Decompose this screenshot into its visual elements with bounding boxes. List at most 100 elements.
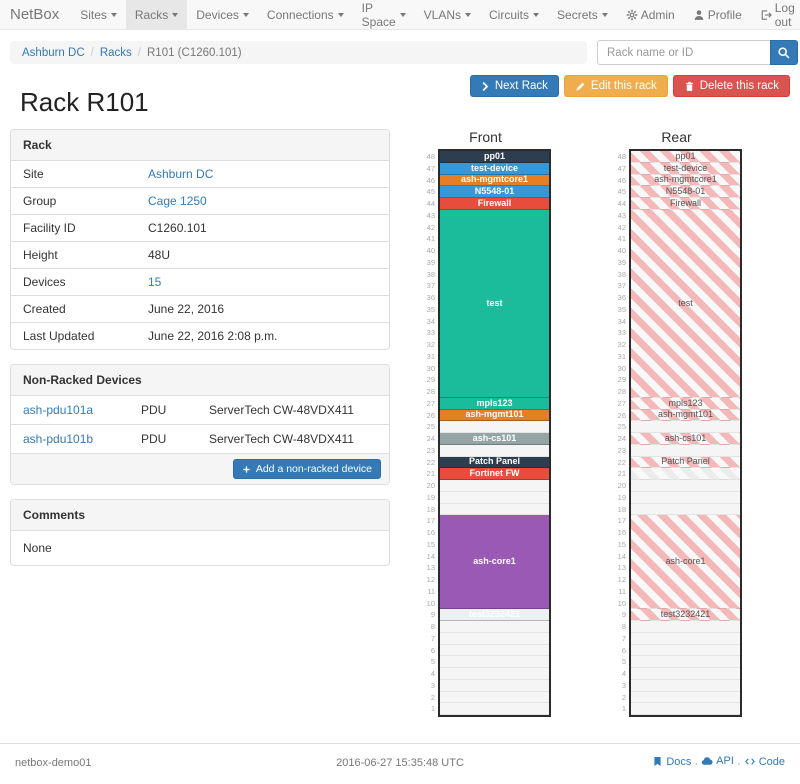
unit-number: 24 — [611, 433, 626, 445]
nav-item-circuits[interactable]: Circuits — [480, 0, 548, 29]
nav-item-devices[interactable]: Devices — [187, 0, 258, 29]
nav-item-connections[interactable]: Connections — [258, 0, 353, 29]
unit-number: 44 — [420, 198, 435, 210]
nav-item-sites[interactable]: Sites — [71, 0, 126, 29]
unit-number: 2 — [611, 692, 626, 704]
rack-unit-device-rear[interactable]: test-device — [631, 163, 740, 175]
unit-number: 4 — [611, 668, 626, 680]
next-rack-button[interactable]: Next Rack — [470, 75, 559, 97]
rack-unit-device[interactable]: test3232421 — [440, 609, 549, 621]
add-non-racked-device-button[interactable]: Add a non-racked device — [233, 459, 381, 479]
rack-unit-empty — [631, 680, 740, 692]
rack-unit-device[interactable]: Fortinet FW — [440, 468, 549, 480]
rack-unit-device-rear[interactable]: pp01 — [631, 151, 740, 163]
attr-row-height: Height48U — [11, 241, 389, 268]
rack-unit-device[interactable]: ash-mgmtcore1 — [440, 175, 549, 187]
delete-rack-button[interactable]: Delete this rack — [673, 75, 790, 97]
rack-unit-device[interactable]: Patch Panel — [440, 457, 549, 469]
unit-number: 10 — [420, 598, 435, 610]
rack-unit-device[interactable]: pp01 — [440, 151, 549, 163]
rack-unit-device-rear[interactable]: test3232421 — [631, 609, 740, 621]
unit-number: 48 — [611, 151, 626, 163]
breadcrumb-site-link[interactable]: Ashburn DC — [22, 47, 85, 59]
non-racked-devices-panel: Non-Racked Devices ash-pdu101a PDU Serve… — [10, 364, 390, 485]
unit-number: 42 — [611, 222, 626, 234]
cloud-icon — [701, 755, 713, 767]
rack-unit-device[interactable]: Firewall — [440, 198, 549, 210]
rack-unit-device-rear[interactable]: ash-core1 — [631, 515, 740, 609]
unit-number: 42 — [420, 222, 435, 234]
code-link[interactable]: Code — [744, 756, 785, 768]
rack-unit-empty — [631, 633, 740, 645]
chevron-down-icon — [338, 13, 344, 17]
rear-elevation-title: Rear — [661, 129, 691, 145]
group-link[interactable]: Cage 1250 — [148, 194, 207, 208]
api-link[interactable]: API — [701, 755, 734, 767]
breadcrumb-current: R101 (C1260.101) — [147, 47, 242, 59]
front-rack-units: pp01test-deviceash-mgmtcore1N5548-01Fire… — [438, 149, 551, 717]
unit-number: 23 — [611, 445, 626, 457]
nav-item-vlans[interactable]: VLANs — [415, 0, 480, 29]
breadcrumb-racks-link[interactable]: Racks — [100, 47, 132, 59]
unit-number: 27 — [420, 398, 435, 410]
page-footer: netbox-demo01 2016-06-27 15:35:48 UTC Do… — [0, 743, 800, 784]
search-input[interactable] — [597, 40, 770, 65]
rack-unit-device-rear[interactable]: mpls123 — [631, 398, 740, 410]
unit-number: 29 — [420, 374, 435, 386]
rack-unit-device-rear[interactable]: ash-cs101 — [631, 433, 740, 445]
rack-unit-device-rear[interactable]: Patch Panel — [631, 457, 740, 469]
search-button[interactable] — [770, 40, 798, 65]
unit-number: 6 — [420, 645, 435, 657]
rack-unit-device[interactable]: ash-cs101 — [440, 433, 549, 445]
rear-rack-units: pp01test-deviceash-mgmtcore1N5548-01Fire… — [629, 149, 742, 717]
nav-item-logout[interactable]: Log out — [751, 0, 800, 29]
rack-unit-device[interactable]: mpls123 — [440, 398, 549, 410]
nav-item-ip-space[interactable]: IP Space — [353, 0, 415, 29]
brand[interactable]: NetBox — [0, 0, 71, 29]
rack-unit-device-rear[interactable] — [631, 468, 740, 480]
rack-unit-device-rear[interactable]: test — [631, 210, 740, 398]
unit-number: 13 — [420, 562, 435, 574]
chevron-right-icon — [481, 81, 490, 92]
chevron-down-icon — [533, 13, 539, 17]
rack-unit-empty — [440, 421, 549, 433]
rack-unit-device[interactable]: ash-mgmt101 — [440, 410, 549, 422]
front-elevation-title: Front — [469, 129, 502, 145]
unit-number: 20 — [420, 480, 435, 492]
rack-unit-device-rear[interactable]: ash-mgmtcore1 — [631, 175, 740, 187]
rack-unit-device[interactable]: N5548-01 — [440, 186, 549, 198]
nav-item-racks[interactable]: Racks — [126, 0, 187, 29]
device-link[interactable]: ash-pdu101b — [23, 432, 141, 446]
unit-number: 44 — [611, 198, 626, 210]
unit-number: 15 — [611, 539, 626, 551]
chevron-down-icon — [172, 13, 178, 17]
nav-item-secrets[interactable]: Secrets — [548, 0, 617, 29]
unit-number: 21 — [420, 468, 435, 480]
nav-item-admin[interactable]: Admin — [617, 0, 684, 29]
devices-count-link[interactable]: 15 — [148, 275, 161, 289]
unit-number: 25 — [611, 421, 626, 433]
chevron-down-icon — [602, 13, 608, 17]
site-link[interactable]: Ashburn DC — [148, 167, 213, 181]
device-link[interactable]: ash-pdu101a — [23, 403, 141, 417]
unit-number: 5 — [420, 656, 435, 668]
rack-unit-empty — [631, 703, 740, 715]
unit-number: 43 — [420, 210, 435, 222]
device-model: ServerTech CW-48VDX411 — [209, 432, 354, 446]
attr-row-last-updated: Last UpdatedJune 22, 2016 2:08 p.m. — [11, 322, 389, 349]
edit-rack-button[interactable]: Edit this rack — [564, 75, 668, 97]
rack-unit-device-rear[interactable]: N5548-01 — [631, 186, 740, 198]
unit-number: 30 — [420, 363, 435, 375]
unit-number: 41 — [611, 233, 626, 245]
nav-item-profile[interactable]: Profile — [684, 0, 751, 29]
rack-unit-device[interactable]: test-device — [440, 163, 549, 175]
rack-unit-empty — [440, 480, 549, 492]
rack-unit-empty — [440, 692, 549, 704]
rack-unit-device-rear[interactable]: ash-mgmt101 — [631, 410, 740, 422]
rack-unit-device-rear[interactable]: Firewall — [631, 198, 740, 210]
unit-number: 34 — [611, 316, 626, 328]
plus-icon — [242, 465, 251, 474]
rack-unit-device[interactable]: test — [440, 210, 549, 398]
rack-unit-device[interactable]: ash-core1 — [440, 515, 549, 609]
docs-link[interactable]: Docs — [652, 756, 691, 768]
